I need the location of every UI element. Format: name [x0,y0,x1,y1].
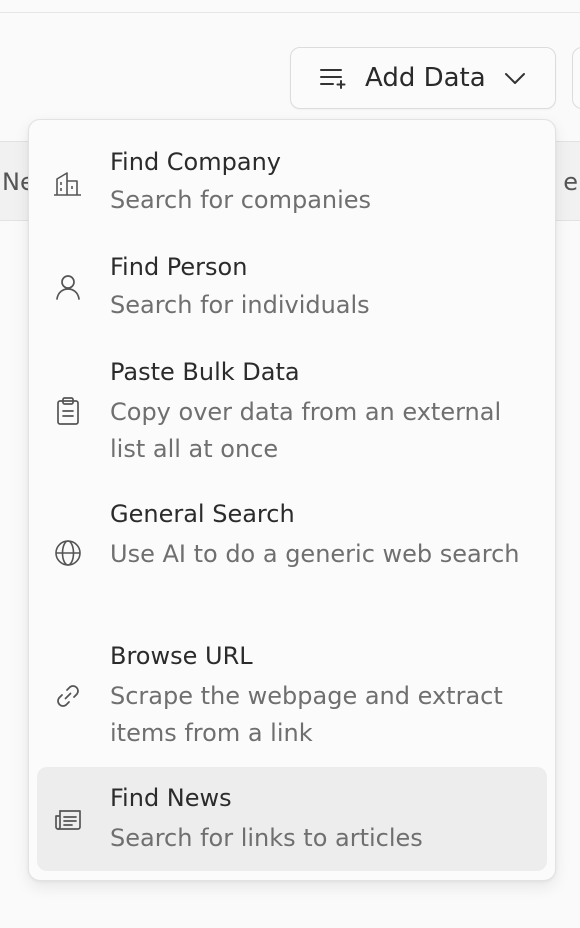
menu-item-find-person[interactable]: Find Person Search for individuals [37,236,547,336]
top-divider [0,12,580,13]
add-data-label: Add Data [365,63,486,93]
page: Ne e Add Data Find Company Search for co… [0,0,580,928]
menu-item-browse-url[interactable]: Browse URL Scrape the webpage and extrac… [37,626,547,762]
add-data-button[interactable]: Add Data [290,47,556,109]
menu-item-description: Copy over data from an external list all… [110,398,502,463]
user-icon [53,272,83,302]
menu-item-title: Find Person [110,253,248,281]
link-icon [53,681,83,711]
menu-item-description: Search for links to articles [110,824,423,852]
adjacent-button[interactable] [572,47,580,109]
menu-item-find-news[interactable]: Find News Search for links to articles [37,767,547,871]
menu-item-description: Scrape the webpage and extract items fro… [110,682,503,747]
building-icon [53,168,83,198]
menu-item-paste-bulk-data[interactable]: Paste Bulk Data Copy over data from an e… [37,342,547,478]
menu-item-find-company[interactable]: Find Company Search for companies [37,130,547,230]
column-header-right[interactable]: e [563,168,578,196]
chevron-down-icon [503,68,527,88]
newspaper-icon [53,805,83,835]
globe-icon [53,538,83,568]
add-data-dropdown: Find Company Search for companies Find P… [28,119,556,881]
menu-item-title: Find Company [110,148,281,176]
clipboard-icon [53,396,83,426]
menu-item-title: Paste Bulk Data [110,358,300,386]
menu-item-description: Search for individuals [110,291,370,319]
menu-item-title: General Search [110,500,295,528]
menu-item-description: Search for companies [110,186,372,214]
menu-item-description: Use AI to do a generic web search [110,540,520,568]
menu-item-title: Browse URL [110,642,253,670]
add-list-icon [319,66,347,90]
menu-item-title: Find News [110,784,232,812]
menu-item-general-search[interactable]: General Search Use AI to do a generic we… [37,484,547,620]
